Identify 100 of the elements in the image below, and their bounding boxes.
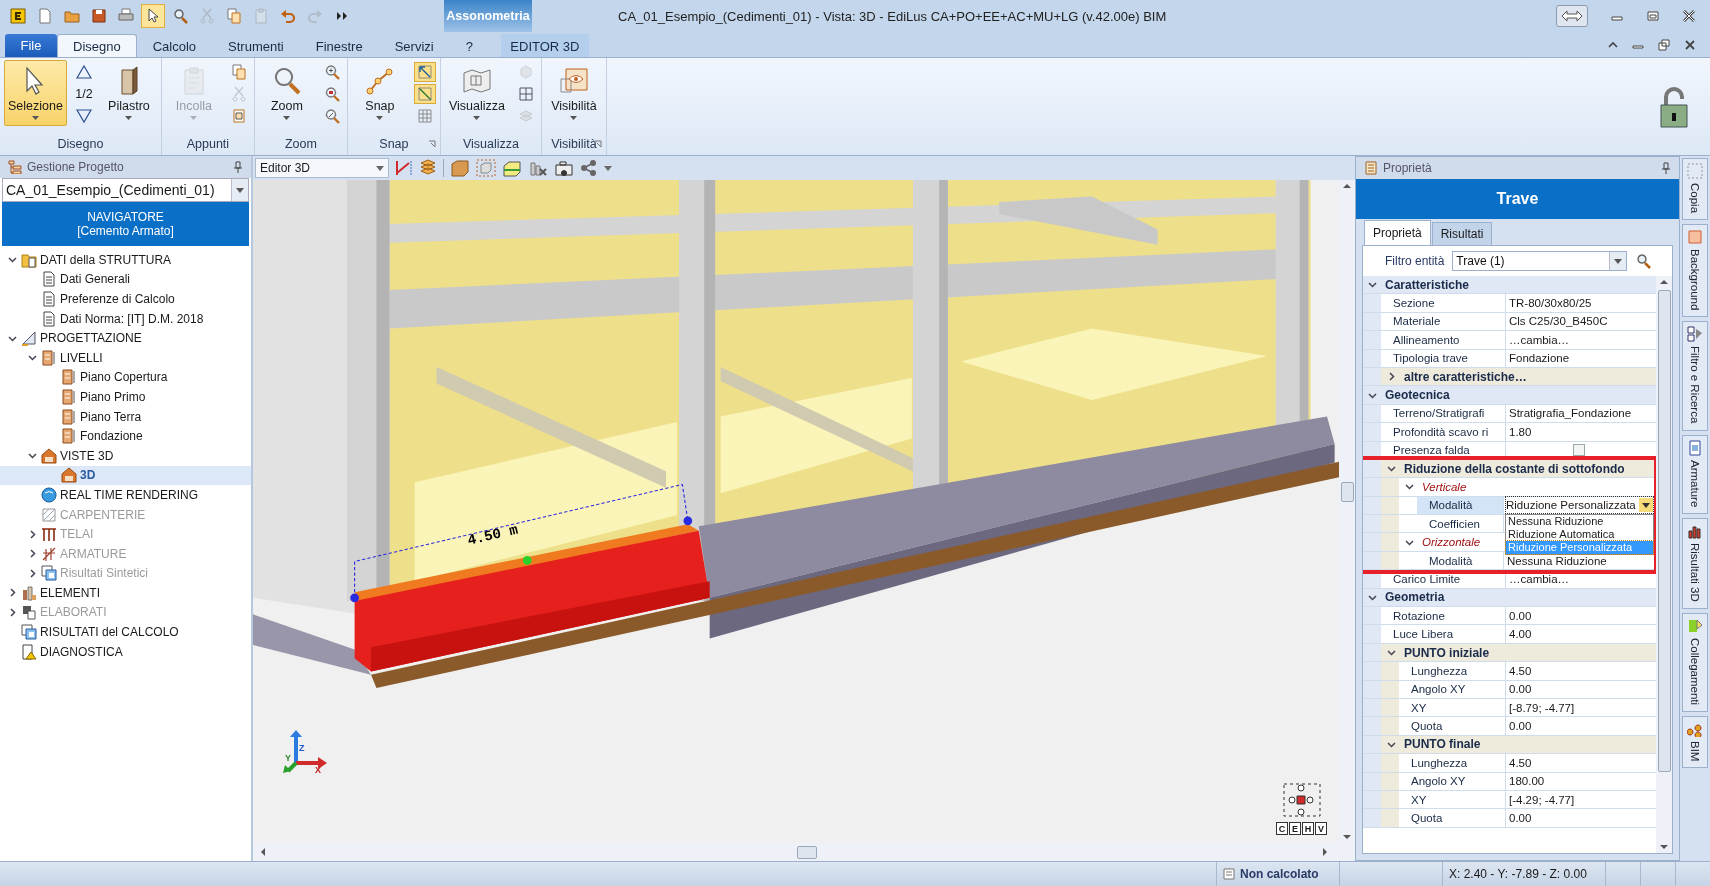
collapse-icon[interactable] (1405, 482, 1414, 492)
collapse-ribbon-icon[interactable] (1608, 40, 1618, 50)
caret-icon[interactable] (604, 165, 612, 171)
collapse-icon[interactable] (1368, 592, 1377, 602)
document-icon (41, 271, 57, 288)
dropdown-option[interactable]: Nessuna Riduzione (1506, 514, 1653, 528)
ribbon-tab[interactable]: Strumenti (212, 34, 300, 57)
scrollbar-thumb[interactable] (797, 845, 817, 859)
solid-box-icon[interactable] (450, 159, 470, 177)
scroll-arrow[interactable] (1343, 835, 1351, 839)
ribbon-tab[interactable]: Servizi (378, 34, 450, 57)
tree-item[interactable]: Piano Primo (80, 389, 146, 404)
expand-icon[interactable] (1387, 372, 1396, 382)
caret-icon[interactable] (236, 187, 244, 193)
hide-elements-icon[interactable] (528, 159, 548, 177)
ribbon-button[interactable]: Pilastro (100, 60, 157, 126)
swap-button[interactable] (1556, 5, 1588, 27)
tab[interactable]: Risultati (1431, 222, 1493, 245)
collapse-icon[interactable] (27, 353, 37, 363)
tree-item[interactable]: LIVELLI (60, 350, 103, 365)
project-dropdown[interactable]: CA_01_Esempio_(Cedimenti_01) (2, 178, 249, 202)
ribbon-button[interactable]: Visibilità (545, 60, 602, 126)
ribbon-tab[interactable]: Disegno (57, 34, 137, 57)
toolbar-button[interactable] (141, 4, 165, 28)
tree-item[interactable]: Piano Terra (80, 409, 142, 424)
axis-label: Z (299, 743, 305, 753)
view-mode-button[interactable]: E (1289, 822, 1301, 835)
side-tab[interactable]: Copia (1682, 158, 1708, 221)
tree-item[interactable]: REAL TIME RENDERING (60, 487, 199, 502)
maximize-icon[interactable] (1646, 9, 1660, 23)
pin-icon[interactable] (233, 161, 243, 173)
hatched-square-icon (41, 506, 57, 523)
ribbon-tab[interactable]: Calcolo (136, 34, 213, 57)
tree-item[interactable]: Fondazione (80, 429, 143, 444)
collapse-icon[interactable] (27, 451, 37, 461)
scroll-arrow[interactable] (261, 848, 265, 856)
close-icon[interactable] (1684, 39, 1696, 51)
ribbon-button[interactable]: Visualizza (444, 60, 509, 126)
side-tab[interactable]: Filtro e Ricerca (1682, 321, 1708, 431)
tree-item[interactable]: Dati Generali (60, 272, 131, 287)
collapse-icon[interactable] (1387, 648, 1396, 657)
ribbon-tab[interactable]: EDITOR 3D (500, 34, 589, 57)
scroll-arrow[interactable] (1343, 184, 1351, 188)
ribbon-tab[interactable]: ? (449, 34, 489, 57)
collapse-icon[interactable] (1368, 390, 1377, 400)
camera-icon[interactable] (554, 159, 574, 177)
caret-icon[interactable] (1614, 258, 1623, 264)
property-value: 180.00 (1509, 775, 1545, 788)
filter-dropdown[interactable]: Trave (1) (1452, 251, 1628, 271)
side-tab[interactable]: Collegamenti (1682, 612, 1708, 712)
tree-item[interactable]: 3D (80, 468, 96, 483)
restore-icon[interactable] (1658, 39, 1670, 51)
tree-item[interactable]: RISULTATI del CALCOLO (40, 625, 179, 640)
expand-icon[interactable] (7, 588, 17, 598)
tree-item[interactable]: Preferenze di Calcolo (60, 292, 175, 306)
scrollbar-thumb[interactable] (1657, 290, 1671, 772)
toolbar-button[interactable] (413, 62, 436, 82)
layers-icon[interactable] (419, 159, 437, 177)
midpoint-handle[interactable] (522, 556, 532, 565)
collapse-icon[interactable] (7, 333, 17, 343)
caret-icon[interactable] (376, 165, 384, 171)
scroll-arrow[interactable] (1323, 848, 1327, 856)
tree-item[interactable]: PROGETTAZIONE (40, 331, 142, 346)
ribbon-button[interactable]: Selezione (4, 60, 67, 126)
collapse-icon[interactable] (1387, 464, 1396, 474)
box-section-icon[interactable] (502, 159, 522, 177)
side-tab[interactable]: Background (1682, 224, 1708, 318)
ribbon-tab[interactable]: Finestre (299, 34, 379, 57)
collapse-icon[interactable] (1405, 537, 1414, 547)
scrollbar-thumb[interactable] (1340, 482, 1354, 502)
tree-item[interactable]: VISTE 3D (60, 448, 114, 463)
side-tab[interactable]: Armature (1682, 434, 1708, 515)
collapse-icon[interactable] (1387, 739, 1396, 749)
scroll-arrow[interactable] (1660, 845, 1668, 849)
side-tab[interactable]: BIM (1682, 716, 1708, 769)
ribbon-button[interactable]: Zoom (258, 60, 315, 126)
view-mode-button[interactable]: V (1315, 822, 1327, 835)
ribbon-button[interactable]: Snap (351, 60, 408, 126)
dimension-icon[interactable] (395, 159, 413, 177)
share-icon[interactable] (580, 159, 598, 177)
collapse-icon[interactable] (1368, 280, 1377, 290)
close-icon[interactable] (1682, 9, 1696, 23)
pin-icon[interactable] (1661, 162, 1671, 174)
tree-item[interactable]: DATI della STRUTTURA (40, 252, 172, 267)
file-menu-button[interactable]: File (5, 34, 57, 57)
view-mode-button[interactable]: C (1276, 822, 1288, 835)
padlock-icon[interactable] (1658, 84, 1690, 129)
caret-icon[interactable] (1642, 502, 1650, 508)
tab[interactable]: Proprietà (1364, 220, 1431, 245)
dropdown-option[interactable]: Riduzione Automatica (1506, 527, 1653, 541)
tree-item[interactable]: DIAGNOSTICA (40, 644, 123, 659)
tree-item[interactable]: Piano Copertura (80, 370, 168, 385)
scroll-arrow[interactable] (1660, 280, 1668, 284)
view-mode-button[interactable]: H (1302, 822, 1314, 835)
tree-item[interactable]: ELEMENTI (40, 585, 100, 600)
collapse-icon[interactable] (7, 255, 17, 265)
side-tab[interactable]: Risultati 3D (1682, 518, 1708, 609)
checkbox[interactable] (1573, 444, 1585, 457)
view-dropdown[interactable]: Editor 3D (255, 158, 389, 178)
tree-item[interactable]: Dati Norma: [IT] D.M. 2018 (60, 311, 204, 326)
